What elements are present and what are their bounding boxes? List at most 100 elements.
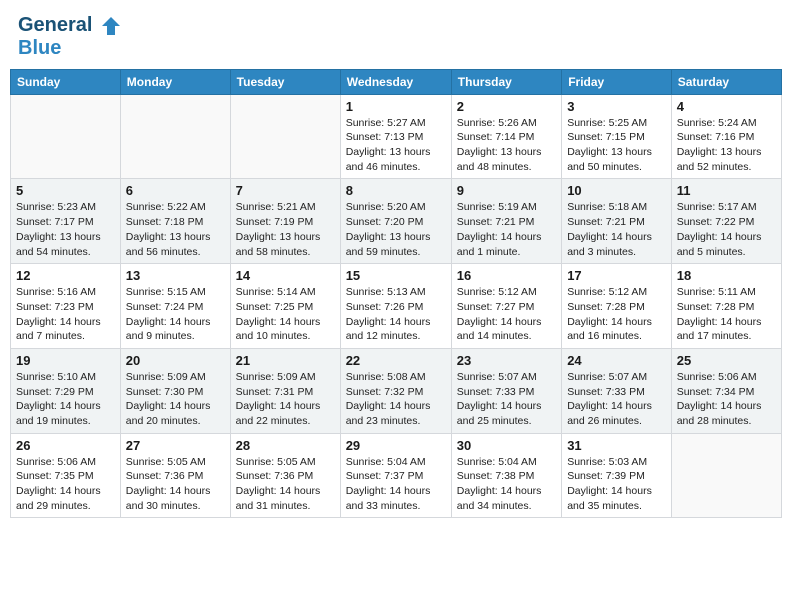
calendar-day-cell: 2 Sunrise: 5:26 AM Sunset: 7:14 PM Daylig… — [451, 94, 561, 179]
logo-icon — [100, 15, 122, 37]
logo-text: General — [18, 14, 122, 37]
calendar-day-cell: 23 Sunrise: 5:07 AM Sunset: 7:33 PM Dayli… — [451, 348, 561, 433]
calendar-day-cell: 13 Sunrise: 5:15 AM Sunset: 7:24 PM Dayli… — [120, 264, 230, 349]
day-info: Sunrise: 5:16 AM Sunset: 7:23 PM Dayligh… — [16, 285, 115, 344]
calendar-day-cell: 12 Sunrise: 5:16 AM Sunset: 7:23 PM Dayli… — [11, 264, 121, 349]
calendar-week-row: 5 Sunrise: 5:23 AM Sunset: 7:17 PM Daylig… — [11, 179, 782, 264]
day-number: 26 — [16, 438, 115, 453]
day-number: 24 — [567, 353, 666, 368]
day-info: Sunrise: 5:10 AM Sunset: 7:29 PM Dayligh… — [16, 370, 115, 429]
day-info: Sunrise: 5:08 AM Sunset: 7:32 PM Dayligh… — [346, 370, 446, 429]
day-number: 30 — [457, 438, 556, 453]
day-number: 21 — [236, 353, 335, 368]
calendar-day-cell: 26 Sunrise: 5:06 AM Sunset: 7:35 PM Dayli… — [11, 433, 121, 518]
calendar-week-row: 26 Sunrise: 5:06 AM Sunset: 7:35 PM Dayli… — [11, 433, 782, 518]
day-number: 3 — [567, 99, 666, 114]
day-info: Sunrise: 5:20 AM Sunset: 7:20 PM Dayligh… — [346, 200, 446, 259]
calendar-day-cell: 9Sunrise: 5:19 AM Sunset: 7:21 PM Daylig… — [451, 179, 561, 264]
day-number: 22 — [346, 353, 446, 368]
day-info: Sunrise: 5:24 AM Sunset: 7:16 PM Dayligh… — [677, 116, 776, 175]
day-number: 6 — [126, 183, 225, 198]
day-info: Sunrise: 5:03 AM Sunset: 7:39 PM Dayligh… — [567, 455, 666, 514]
day-info: Sunrise: 5:09 AM Sunset: 7:31 PM Dayligh… — [236, 370, 335, 429]
calendar-day-cell: 21 Sunrise: 5:09 AM Sunset: 7:31 PM Dayli… — [230, 348, 340, 433]
day-info: Sunrise: 5:13 AM Sunset: 7:26 PM Dayligh… — [346, 285, 446, 344]
day-number: 15 — [346, 268, 446, 283]
day-number: 16 — [457, 268, 556, 283]
day-number: 10 — [567, 183, 666, 198]
day-number: 18 — [677, 268, 776, 283]
day-info: Sunrise: 5:26 AM Sunset: 7:14 PM Dayligh… — [457, 116, 556, 175]
day-info: Sunrise: 5:22 AM Sunset: 7:18 PM Dayligh… — [126, 200, 225, 259]
day-info: Sunrise: 5:17 AM Sunset: 7:22 PM Dayligh… — [677, 200, 776, 259]
calendar-day-cell: 25 Sunrise: 5:06 AM Sunset: 7:34 PM Dayli… — [671, 348, 781, 433]
day-info: Sunrise: 5:09 AM Sunset: 7:30 PM Dayligh… — [126, 370, 225, 429]
day-info: Sunrise: 5:06 AM Sunset: 7:34 PM Dayligh… — [677, 370, 776, 429]
day-info: Sunrise: 5:15 AM Sunset: 7:24 PM Dayligh… — [126, 285, 225, 344]
day-info: Sunrise: 5:05 AM Sunset: 7:36 PM Dayligh… — [126, 455, 225, 514]
day-number: 23 — [457, 353, 556, 368]
weekday-header-cell: Tuesday — [230, 69, 340, 94]
calendar-day-cell: 31 Sunrise: 5:03 AM Sunset: 7:39 PM Dayli… — [562, 433, 672, 518]
day-info: Sunrise: 5:04 AM Sunset: 7:38 PM Dayligh… — [457, 455, 556, 514]
day-number: 7 — [236, 183, 335, 198]
day-info: Sunrise: 5:11 AM Sunset: 7:28 PM Dayligh… — [677, 285, 776, 344]
day-info: Sunrise: 5:21 AM Sunset: 7:19 PM Dayligh… — [236, 200, 335, 259]
day-number: 12 — [16, 268, 115, 283]
day-number: 20 — [126, 353, 225, 368]
calendar-day-cell — [120, 94, 230, 179]
calendar-day-cell: 19 Sunrise: 5:10 AM Sunset: 7:29 PM Dayli… — [11, 348, 121, 433]
weekday-header-cell: Saturday — [671, 69, 781, 94]
calendar-day-cell: 28 Sunrise: 5:05 AM Sunset: 7:36 PM Dayli… — [230, 433, 340, 518]
calendar-day-cell: 4Sunrise: 5:24 AM Sunset: 7:16 PM Daylig… — [671, 94, 781, 179]
day-info: Sunrise: 5:18 AM Sunset: 7:21 PM Dayligh… — [567, 200, 666, 259]
day-number: 17 — [567, 268, 666, 283]
day-info: Sunrise: 5:05 AM Sunset: 7:36 PM Dayligh… — [236, 455, 335, 514]
calendar-day-cell: 16Sunrise: 5:12 AM Sunset: 7:27 PM Dayli… — [451, 264, 561, 349]
day-number: 13 — [126, 268, 225, 283]
calendar-day-cell: 27 Sunrise: 5:05 AM Sunset: 7:36 PM Dayli… — [120, 433, 230, 518]
day-info: Sunrise: 5:23 AM Sunset: 7:17 PM Dayligh… — [16, 200, 115, 259]
day-number: 25 — [677, 353, 776, 368]
day-number: 5 — [16, 183, 115, 198]
weekday-header-row: SundayMondayTuesdayWednesdayThursdayFrid… — [11, 69, 782, 94]
day-info: Sunrise: 5:04 AM Sunset: 7:37 PM Dayligh… — [346, 455, 446, 514]
calendar-week-row: 12 Sunrise: 5:16 AM Sunset: 7:23 PM Dayli… — [11, 264, 782, 349]
calendar-day-cell: 3 Sunrise: 5:25 AM Sunset: 7:15 PM Daylig… — [562, 94, 672, 179]
weekday-header-cell: Thursday — [451, 69, 561, 94]
calendar-day-cell: 14Sunrise: 5:14 AM Sunset: 7:25 PM Dayli… — [230, 264, 340, 349]
calendar-week-row: 19 Sunrise: 5:10 AM Sunset: 7:29 PM Dayli… — [11, 348, 782, 433]
weekday-header-cell: Friday — [562, 69, 672, 94]
day-info: Sunrise: 5:06 AM Sunset: 7:35 PM Dayligh… — [16, 455, 115, 514]
calendar-table: SundayMondayTuesdayWednesdayThursdayFrid… — [10, 69, 782, 519]
day-number: 19 — [16, 353, 115, 368]
day-number: 29 — [346, 438, 446, 453]
calendar-day-cell: 8 Sunrise: 5:20 AM Sunset: 7:20 PM Daylig… — [340, 179, 451, 264]
page-header: General Blue — [10, 10, 782, 63]
day-number: 31 — [567, 438, 666, 453]
day-info: Sunrise: 5:25 AM Sunset: 7:15 PM Dayligh… — [567, 116, 666, 175]
calendar-day-cell: 1Sunrise: 5:27 AM Sunset: 7:13 PM Daylig… — [340, 94, 451, 179]
calendar-day-cell: 29 Sunrise: 5:04 AM Sunset: 7:37 PM Dayli… — [340, 433, 451, 518]
logo: General Blue — [18, 14, 122, 59]
day-info: Sunrise: 5:07 AM Sunset: 7:33 PM Dayligh… — [457, 370, 556, 429]
calendar-day-cell — [11, 94, 121, 179]
weekday-header-cell: Wednesday — [340, 69, 451, 94]
calendar-day-cell — [230, 94, 340, 179]
day-number: 9 — [457, 183, 556, 198]
weekday-header-cell: Monday — [120, 69, 230, 94]
day-info: Sunrise: 5:14 AM Sunset: 7:25 PM Dayligh… — [236, 285, 335, 344]
weekday-header-cell: Sunday — [11, 69, 121, 94]
day-info: Sunrise: 5:07 AM Sunset: 7:33 PM Dayligh… — [567, 370, 666, 429]
day-number: 28 — [236, 438, 335, 453]
calendar-day-cell: 10 Sunrise: 5:18 AM Sunset: 7:21 PM Dayli… — [562, 179, 672, 264]
calendar-day-cell: 22 Sunrise: 5:08 AM Sunset: 7:32 PM Dayli… — [340, 348, 451, 433]
calendar-day-cell: 20 Sunrise: 5:09 AM Sunset: 7:30 PM Dayli… — [120, 348, 230, 433]
logo-blue: Blue — [18, 37, 122, 59]
day-number: 27 — [126, 438, 225, 453]
day-number: 8 — [346, 183, 446, 198]
calendar-day-cell: 11Sunrise: 5:17 AM Sunset: 7:22 PM Dayli… — [671, 179, 781, 264]
day-number: 2 — [457, 99, 556, 114]
calendar-day-cell: 30 Sunrise: 5:04 AM Sunset: 7:38 PM Dayli… — [451, 433, 561, 518]
calendar-day-cell: 17Sunrise: 5:12 AM Sunset: 7:28 PM Dayli… — [562, 264, 672, 349]
